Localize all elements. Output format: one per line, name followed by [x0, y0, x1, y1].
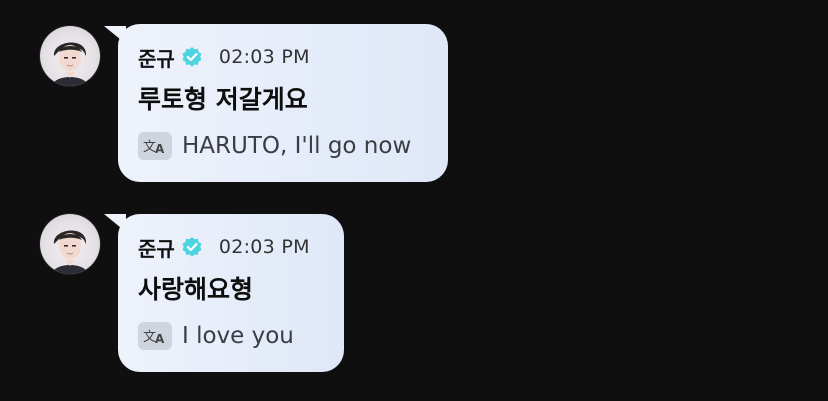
translate-icon: 文 A: [138, 322, 172, 350]
avatar-portrait-icon: [52, 42, 88, 86]
translation-text: HARUTO, I'll go now: [182, 133, 412, 159]
avatar[interactable]: [40, 214, 100, 274]
message-bubble[interactable]: 준규 02:03 PM 루토형 저갈게요 文 A HARUTO, I'll go…: [118, 24, 448, 182]
translate-icon: 文 A: [138, 132, 172, 160]
message-header: 준규 02:03 PM: [138, 234, 324, 261]
message-text: 루토형 저갈게요: [138, 85, 308, 114]
message-bubble[interactable]: 준규 02:03 PM 사랑해요형 文 A I love you: [118, 214, 344, 372]
avatar-portrait-icon: [52, 230, 88, 274]
message-time: 02:03 PM: [218, 236, 310, 258]
message-header: 준규 02:03 PM: [138, 44, 428, 71]
avatar[interactable]: [40, 26, 100, 86]
chat-thread: 준규 02:03 PM 루토형 저갈게요 文 A HARUTO, I'll go…: [0, 0, 828, 401]
translation-row[interactable]: 文 A HARUTO, I'll go now: [138, 130, 428, 162]
translation-text: I love you: [182, 323, 294, 349]
verified-badge-icon: [181, 46, 203, 68]
svg-text:A: A: [155, 332, 165, 346]
sender-name: 준규: [138, 236, 175, 261]
sender-name: 준규: [138, 46, 175, 71]
svg-text:A: A: [155, 142, 165, 156]
translation-row[interactable]: 文 A I love you: [138, 320, 324, 352]
message-text: 사랑해요형: [138, 275, 254, 304]
message-time: 02:03 PM: [218, 46, 310, 68]
verified-badge-icon: [181, 236, 203, 258]
